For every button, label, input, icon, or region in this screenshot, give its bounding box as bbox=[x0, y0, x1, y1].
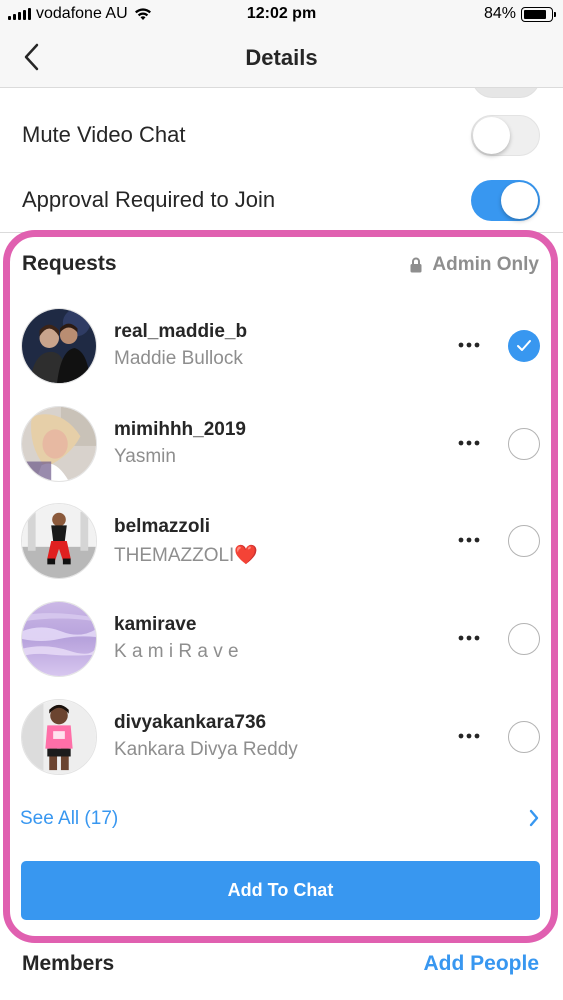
add-people-link[interactable]: Add People bbox=[423, 952, 539, 976]
navigation-bar: Details bbox=[0, 30, 563, 88]
setting-label: Approval Required to Join bbox=[22, 187, 276, 212]
setting-row-approval-required: Approval Required to Join bbox=[0, 168, 563, 232]
setting-row-mute-video-chat: Mute Video Chat bbox=[0, 103, 563, 167]
highlight-annotation bbox=[3, 230, 558, 943]
approval-required-toggle[interactable] bbox=[471, 180, 540, 221]
status-time: 12:02 pm bbox=[246, 5, 317, 22]
status-bar: vodafone AU 12:02 pm 84% bbox=[0, 0, 563, 30]
mute-video-chat-toggle[interactable] bbox=[471, 115, 540, 156]
battery-icon bbox=[521, 6, 556, 22]
members-title: Members bbox=[22, 952, 115, 975]
setting-label: Mute Video Chat bbox=[22, 122, 186, 147]
page-title: Details bbox=[245, 45, 318, 70]
toggle-partial[interactable] bbox=[472, 88, 540, 98]
battery-percentage: 84% bbox=[483, 5, 516, 22]
